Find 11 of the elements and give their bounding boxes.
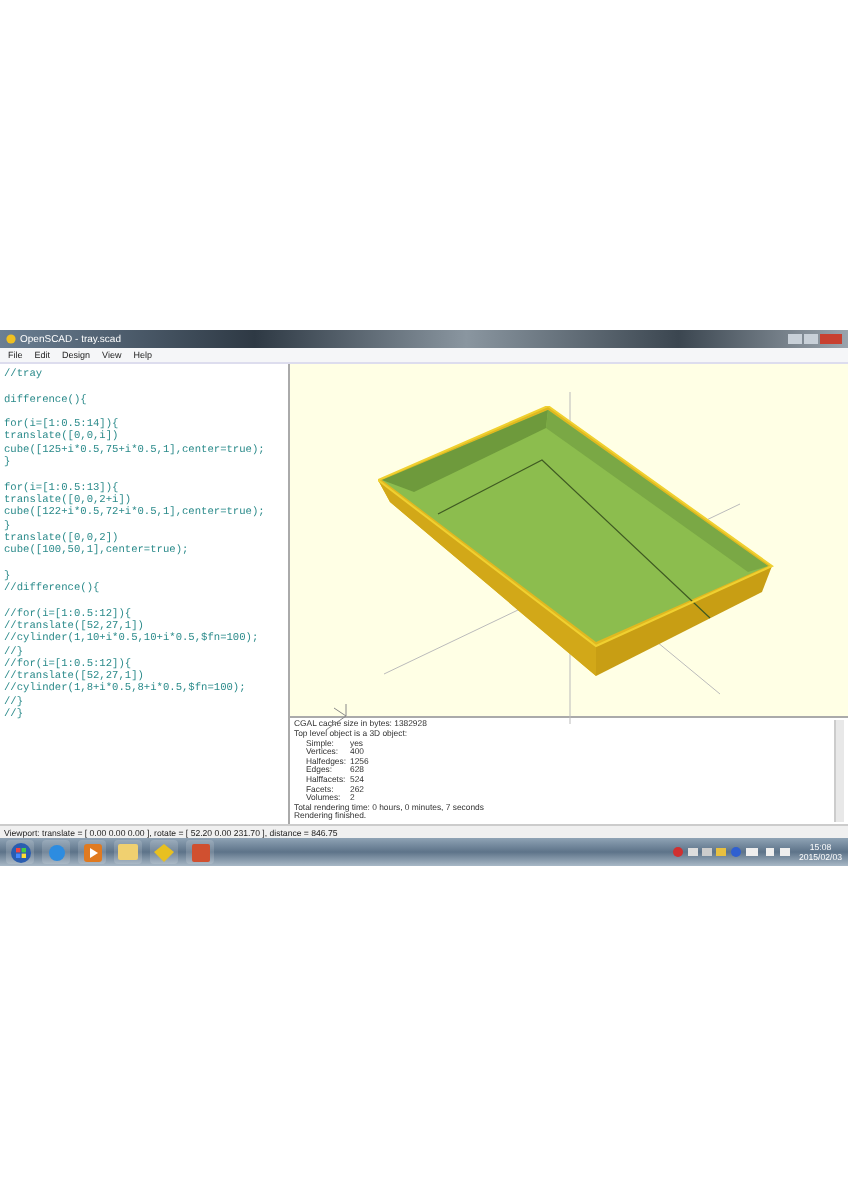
tray-icons-drawing — [672, 846, 793, 858]
app-icon — [6, 334, 16, 344]
play-icon — [83, 843, 101, 861]
scrollbar[interactable] — [834, 720, 844, 822]
media-taskbar-button[interactable] — [78, 840, 106, 864]
start-orb-icon — [9, 841, 31, 863]
app-taskbar-button[interactable] — [186, 840, 214, 864]
code-editor[interactable] — [0, 364, 290, 824]
openscad-taskbar-button[interactable] — [150, 840, 178, 864]
folder-taskbar-button[interactable] — [114, 840, 142, 864]
start-button[interactable] — [6, 840, 34, 864]
